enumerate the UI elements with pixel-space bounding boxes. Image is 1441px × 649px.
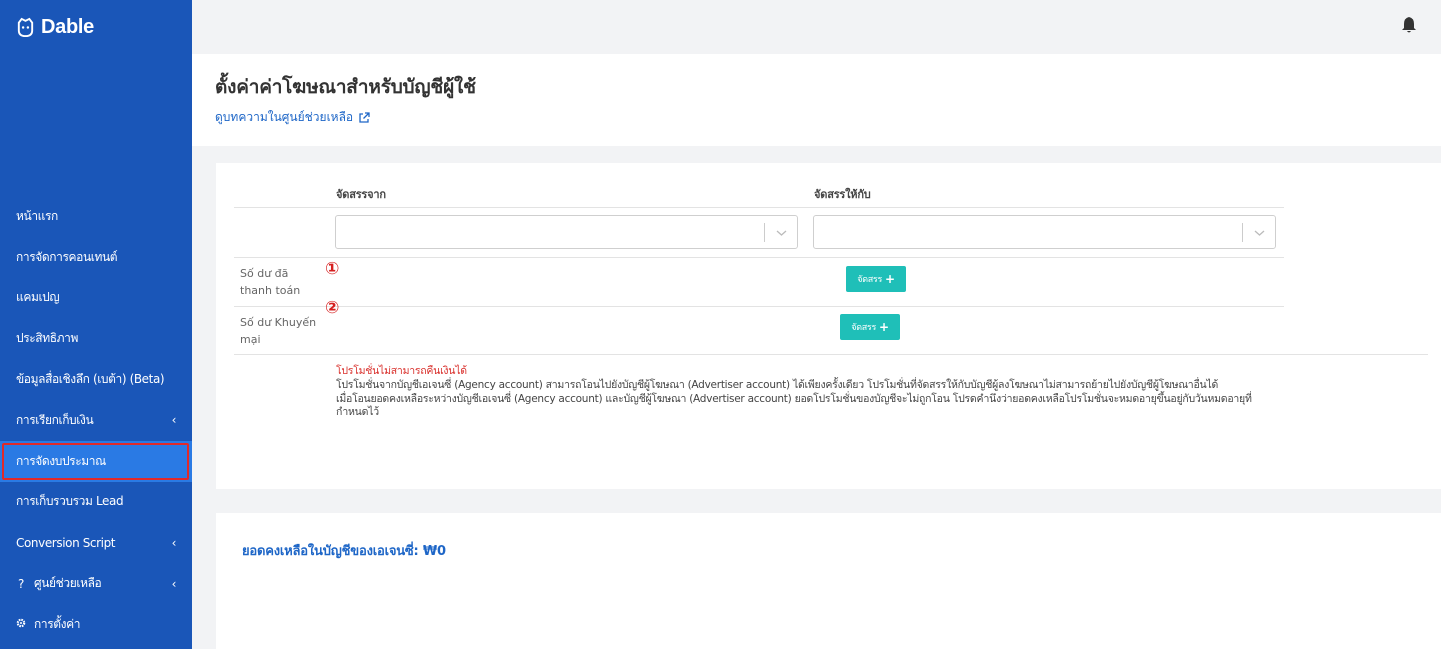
page-title: ตั้งค่าค่าโฆษณาสำหรับบัญชีผู้ใช้	[215, 76, 476, 98]
external-link-icon	[359, 111, 370, 123]
sidebar-item-label: ประสิทธิภาพ	[16, 331, 79, 346]
column-header-to: จัดสรรให้กับ	[814, 188, 871, 201]
bell-icon[interactable]	[1401, 16, 1417, 34]
sidebar-item-label: หน้าแรก	[16, 208, 58, 223]
chevron-left-icon: ‹	[171, 535, 177, 550]
sidebar-item-label: ข้อมูลสื่อเชิงลึก (เบต้า) (Beta)	[16, 372, 165, 387]
sidebar-item-label: การเรียกเก็บเงิน	[16, 412, 94, 427]
divider	[234, 306, 1284, 307]
plus-icon: +	[885, 272, 895, 286]
allocation-card: จัดสรรจาก จัดสรรให้กับ Số dư đã thanh to…	[216, 163, 1441, 489]
gear-icon	[16, 617, 26, 631]
agency-balance: ยอดคงเหลือในบัญชีของเอเจนซี่: ₩0	[242, 544, 446, 559]
plus-icon: +	[879, 320, 889, 334]
dable-logo[interactable]: Dable	[15, 16, 94, 39]
sidebar-item-settings[interactable]: การตั้งค่า	[0, 604, 192, 645]
help-center-link[interactable]: ดูบทความในศูนย์ช่วยเหลือ	[215, 108, 370, 127]
chevron-left-icon: ‹	[171, 576, 177, 591]
sidebar-item-insights[interactable]: ข้อมูลสื่อเชิงลึก (เบต้า) (Beta)	[0, 359, 192, 400]
question-icon: ?	[18, 576, 24, 591]
button-label: จัดสรร	[857, 275, 882, 285]
sidebar-item-label: การจัดการคอนเทนต์	[16, 249, 118, 264]
agency-balance-card: ยอดคงเหลือในบัญชีของเอเจนซี่: ₩0	[216, 513, 1441, 649]
divider	[234, 207, 1284, 208]
chevron-left-icon: ‹	[171, 413, 177, 428]
page-header: ตั้งค่าค่าโฆษณาสำหรับบัญชีผู้ใช้ ดูบทควา…	[192, 54, 1441, 146]
dable-logo-icon	[17, 17, 34, 38]
sidebar-item-budget[interactable]: การจัดงบประมาณ	[0, 440, 192, 482]
allocate-promo-button[interactable]: จัดสรร +	[840, 314, 900, 340]
sidebar-item-billing[interactable]: การเรียกเก็บเงิน ‹	[0, 400, 192, 441]
column-header-from: จัดสรรจาก	[336, 188, 386, 201]
sidebar-item-label: การตั้งค่า	[34, 616, 81, 631]
sidebar-item-lead[interactable]: การเก็บรวบรวม Lead	[0, 482, 192, 523]
divider	[234, 257, 1284, 258]
sidebar-item-performance[interactable]: ประสิทธิภาพ	[0, 318, 192, 359]
chevron-down-icon	[776, 230, 787, 236]
select-separator	[1242, 223, 1243, 242]
row-label-paid-balance: Số dư đã thanh toán	[240, 267, 301, 297]
promotion-note-2: เมื่อโอนยอดคงเหลือระหว่างบัญชีเอเจนซี่ (…	[336, 392, 1252, 419]
sidebar-item-campaign[interactable]: แคมเปญ	[0, 278, 192, 319]
row-label-promo-balance: Số dư Khuyến mại	[240, 316, 317, 346]
sidebar-item-label: แคมเปญ	[16, 290, 60, 305]
sidebar-item-help[interactable]: ? ศูนย์ช่วยเหลือ ‹	[0, 563, 192, 604]
sidebar-item-label: การจัดงบประมาณ	[16, 453, 106, 468]
allocate-from-select[interactable]	[335, 215, 798, 249]
sidebar-item-conversion-script[interactable]: Conversion Script ‹	[0, 522, 192, 563]
annotation-marker-2: ②	[325, 298, 340, 318]
sidebar-item-label: การเก็บรวบรวม Lead	[16, 494, 124, 509]
help-link-label: ดูบทความในศูนย์ช่วยเหลือ	[215, 110, 354, 124]
annotation-marker-1: ①	[325, 259, 340, 279]
top-bar	[192, 0, 1441, 54]
promotion-warning: โปรโมชั่นไม่สามารถคืนเงินได้	[336, 365, 467, 377]
sidebar-nav: หน้าแรก การจัดการคอนเทนต์ แคมเปญ ประสิทธ…	[0, 196, 192, 645]
sidebar-item-label: ศูนย์ช่วยเหลือ	[34, 576, 102, 591]
logo-text: Dable	[41, 16, 94, 38]
promotion-note-1: โปรโมชั่นจากบัญชีเอเจนซี่ (Agency accoun…	[336, 378, 1219, 391]
sidebar-item-label: Conversion Script	[16, 535, 116, 550]
select-separator	[764, 223, 765, 242]
sidebar-item-content[interactable]: การจัดการคอนเทนต์	[0, 237, 192, 278]
sidebar-item-home[interactable]: หน้าแรก	[0, 196, 192, 237]
allocate-to-select[interactable]	[813, 215, 1276, 249]
sidebar: Dable หน้าแรก การจัดการคอนเทนต์ แคมเปญ ป…	[0, 0, 192, 649]
button-label: จัดสรร	[851, 323, 876, 333]
divider	[234, 354, 1428, 355]
allocate-paid-button[interactable]: จัดสรร +	[846, 266, 906, 292]
promotion-notes: โปรโมชั่นไม่สามารถคืนเงินได้ โปรโมชั่นจา…	[336, 365, 1276, 420]
chevron-down-icon	[1254, 230, 1265, 236]
